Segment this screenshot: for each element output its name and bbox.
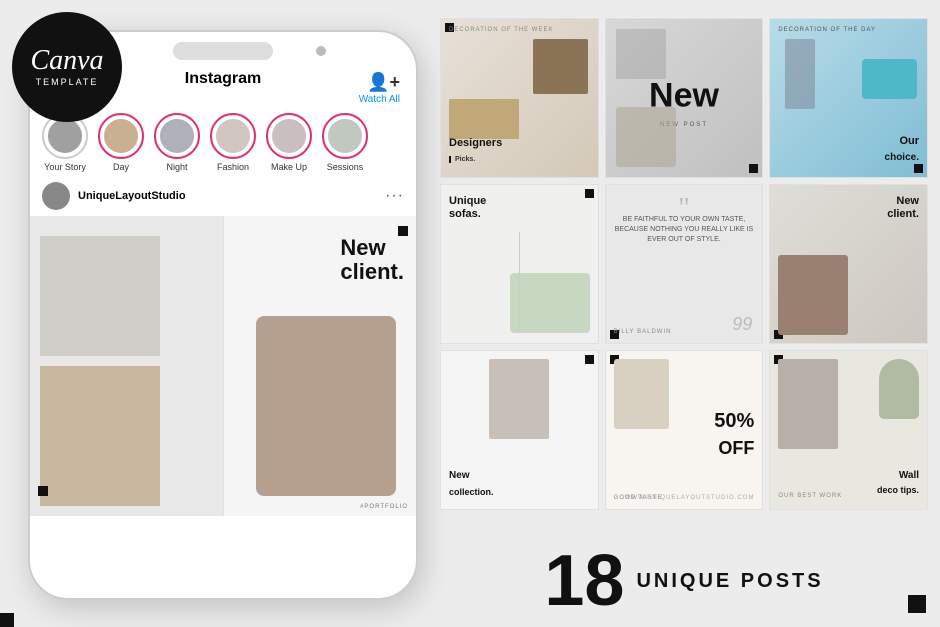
bottom-area: 18 UNIQUE POSTS [440, 545, 928, 617]
story-fashion[interactable]: Fashion [210, 113, 256, 172]
gp7-main-text: New [449, 470, 470, 481]
gp3-vase [785, 39, 815, 109]
gp6-chair [778, 255, 848, 335]
grid-post-3: DECORATION OF THE DAY Our choice. [769, 18, 928, 178]
phone-post-chair [256, 316, 396, 496]
gp3-main-text2: choice. [885, 152, 919, 163]
gp8-off: OFF [718, 438, 754, 459]
gp8-percent: 50% [714, 411, 754, 431]
story-makeup[interactable]: Make Up [266, 113, 312, 172]
grid-post-8: 50% OFF GOOD TASTE WWW.UNIQUELAYOUTSTUDI… [605, 350, 764, 510]
grid-post-2: New NEW POST [605, 18, 764, 178]
story-label-3: Fashion [217, 162, 249, 172]
gp5-author: BILLY BALDWIN [614, 329, 672, 335]
gp2-lamp [616, 29, 666, 79]
story-label-0: Your Story [44, 162, 86, 172]
gp9-main-text: Wall [899, 470, 919, 481]
story-circle-day [98, 113, 144, 159]
add-icon[interactable]: 👤+ [367, 72, 400, 93]
gp9-main-text2: deco tips. [877, 485, 919, 495]
gp5-quote-text: BE FAITHFUL TO YOUR OWN TASTE, BECAUSE N… [614, 215, 755, 244]
gp2-chair [616, 107, 676, 167]
story-circle-night [154, 113, 200, 159]
gp1-table [449, 99, 519, 139]
phone-post-vertical-line [223, 216, 224, 516]
gp1-main-text2: Picks. [449, 156, 475, 163]
gp1-furniture [533, 39, 588, 94]
gp8-chair [614, 359, 669, 429]
story-circle-makeup [266, 113, 312, 159]
unique-posts-number: 18 [544, 545, 624, 617]
gp9-sub: OUR BEST WORK [778, 493, 842, 499]
gp6-text: Newclient. [887, 195, 919, 221]
phone-post-square-bl [38, 486, 48, 496]
story-label-2: Night [166, 162, 187, 172]
gp4-sofa-img [510, 273, 590, 333]
gp8-sub2: WWW.UNIQUELAYOUTSTUDIO.COM [625, 495, 755, 501]
grid-post-6: Newclient. [769, 184, 928, 344]
phone-post-image: New client. #PORTFOLIO [30, 216, 416, 516]
post-username: UniqueLayoutStudio [78, 190, 377, 202]
canva-logo-text: Canva [30, 47, 103, 75]
gp9-plant [879, 359, 919, 419]
bottom-right-square [908, 595, 926, 613]
unique-posts-label: UNIQUE POSTS [636, 570, 823, 593]
corner-sq-br2 [914, 164, 923, 173]
story-label-4: Make Up [271, 162, 307, 172]
phone-post-main-text: New client. [340, 236, 404, 284]
grid-post-5: " BE FAITHFUL TO YOUR OWN TASTE, BECAUSE… [605, 184, 764, 344]
gp3-top-label: DECORATION OF THE DAY [778, 27, 876, 33]
corner-sq-tr2 [585, 355, 594, 364]
phone-post-panel2 [40, 366, 160, 506]
unique-posts-label-wrapper: UNIQUE POSTS [636, 570, 823, 593]
gp5-num: 99 [732, 314, 752, 335]
story-label-5: Sessions [327, 162, 364, 172]
post-options-icon[interactable]: ··· [385, 187, 404, 205]
instagram-title: Instagram [185, 70, 261, 88]
corner-sq-br [749, 164, 758, 173]
corner-sq-tr [585, 189, 594, 198]
gp7-main-text2: collection. [449, 487, 494, 497]
bottom-left-square [0, 613, 14, 627]
phone-post-square-tr [398, 226, 408, 236]
watch-all-label[interactable]: Watch All [359, 94, 400, 105]
grid-post-9: OUR BEST WORK Wall deco tips. [769, 350, 928, 510]
phone-portfolio-label: #PORTFOLIO [360, 504, 408, 510]
grid-post-7: New collection. [440, 350, 599, 510]
story-sessions[interactable]: Sessions [322, 113, 368, 172]
posts-grid: DECORATION OF THE WEEK Designers Picks. … [440, 18, 928, 510]
phone-post-panel1 [40, 236, 160, 356]
gp7-image [489, 359, 549, 439]
gp4-line [519, 232, 520, 333]
stories-row: Your Story Day Night Fashion [30, 109, 416, 176]
gp1-main-text: Designers [449, 137, 502, 149]
post-user-avatar [42, 182, 70, 210]
story-label-1: Day [113, 162, 129, 172]
gp1-top-label: DECORATION OF THE WEEK [449, 27, 553, 33]
post-user-row: UniqueLayoutStudio ··· [30, 176, 416, 216]
grid-post-1: DECORATION OF THE WEEK Designers Picks. [440, 18, 599, 178]
story-circle-sessions [322, 113, 368, 159]
story-circle-fashion [210, 113, 256, 159]
gp4-main-text: Uniquesofas. [449, 195, 486, 221]
gp3-main-text: Our [899, 135, 919, 147]
gp9-wall-art [778, 359, 838, 449]
gp3-sofa [862, 59, 917, 99]
canva-badge: Canva TEMPLATE [12, 12, 122, 122]
grid-post-4: Uniquesofas. [440, 184, 599, 344]
story-night[interactable]: Night [154, 113, 200, 172]
template-label: TEMPLATE [36, 77, 99, 87]
story-day[interactable]: Day [98, 113, 144, 172]
